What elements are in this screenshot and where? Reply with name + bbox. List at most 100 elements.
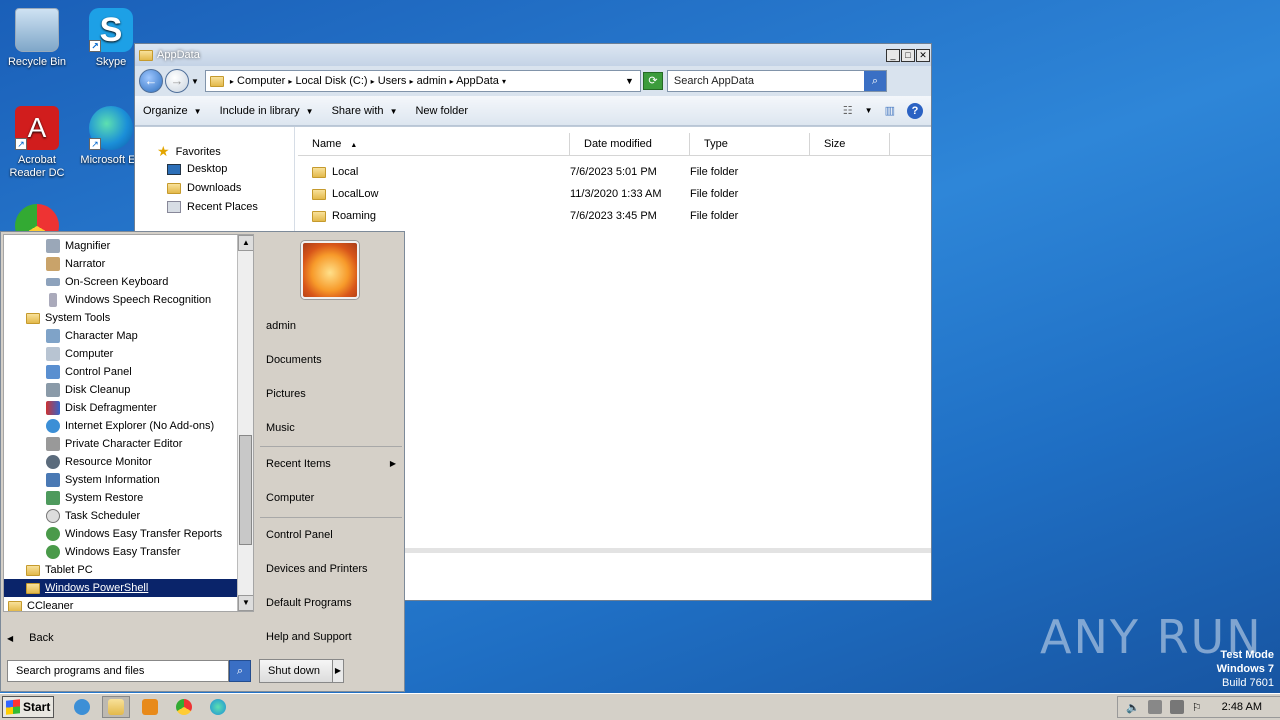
- search-icon[interactable]: ⌕: [863, 71, 886, 91]
- program-item[interactable]: Narrator: [46, 255, 105, 273]
- breadcrumb-item[interactable]: AppData: [456, 75, 499, 87]
- new-folder-button[interactable]: New folder: [415, 105, 468, 117]
- program-item[interactable]: Windows Easy Transfer: [46, 543, 181, 561]
- program-item[interactable]: On-Screen Keyboard: [46, 273, 168, 291]
- back-button[interactable]: ◀ Back: [7, 632, 54, 644]
- start-item-help-support[interactable]: Help and Support: [266, 627, 402, 647]
- start-item-devices-printers[interactable]: Devices and Printers: [266, 559, 402, 579]
- desktop-icon-recycle-bin[interactable]: Recycle Bin: [0, 8, 74, 69]
- maximize-button[interactable]: □: [901, 48, 915, 62]
- breadcrumb-item[interactable]: Users: [378, 75, 407, 87]
- search-input[interactable]: Search AppData: [674, 75, 864, 87]
- start-item-control-panel[interactable]: Control Panel: [266, 525, 402, 545]
- start-button[interactable]: Start: [2, 696, 54, 718]
- program-item[interactable]: Disk Cleanup: [46, 381, 130, 399]
- taskbar-explorer[interactable]: [102, 696, 130, 718]
- search-icon[interactable]: ⌕: [229, 660, 251, 682]
- program-item[interactable]: Control Panel: [46, 363, 132, 381]
- shortcut-arrow-icon: ↗: [89, 138, 101, 150]
- start-search-input[interactable]: Search programs and files: [7, 660, 229, 682]
- microphone-icon: [49, 293, 57, 307]
- program-item[interactable]: Internet Explorer (No Add-ons): [46, 417, 214, 435]
- program-folder-windows-powershell[interactable]: Windows PowerShell: [4, 579, 238, 597]
- program-item[interactable]: Character Map: [46, 327, 138, 345]
- resource-monitor-icon: [46, 455, 60, 469]
- file-row[interactable]: LocalLow 11/3/2020 1:33 AM File folder: [298, 185, 810, 203]
- start-item-music[interactable]: Music: [266, 418, 402, 438]
- start-item-pictures[interactable]: Pictures: [266, 384, 402, 404]
- back-button[interactable]: ←: [139, 69, 163, 93]
- breadcrumb-item[interactable]: admin: [417, 75, 447, 87]
- file-row[interactable]: Roaming 7/6/2023 3:45 PM File folder: [298, 207, 810, 225]
- star-icon: ★: [157, 143, 170, 159]
- column-date-modified[interactable]: Date modified: [570, 133, 690, 156]
- forward-button[interactable]: →: [165, 69, 189, 93]
- program-item[interactable]: System Information: [46, 471, 160, 489]
- program-item[interactable]: System Restore: [46, 489, 143, 507]
- nav-item-recent-places[interactable]: Recent Places: [167, 201, 258, 213]
- breadcrumb-item[interactable]: Local Disk (C:): [295, 75, 367, 87]
- taskbar-edge[interactable]: [204, 696, 232, 718]
- view-options-icon[interactable]: ☷: [843, 104, 853, 117]
- scroll-down-arrow-icon[interactable]: ▼: [238, 595, 253, 611]
- program-folder-system-tools[interactable]: System Tools: [26, 309, 110, 327]
- program-folder-tablet-pc[interactable]: Tablet PC: [26, 561, 93, 579]
- start-item-documents[interactable]: Documents: [266, 350, 402, 370]
- program-item[interactable]: Disk Defragmenter: [46, 399, 157, 417]
- share-with-button[interactable]: Share with ▼: [332, 105, 398, 117]
- program-item[interactable]: Task Scheduler: [46, 507, 140, 525]
- program-item[interactable]: Windows Easy Transfer Reports: [46, 525, 222, 543]
- nav-item-desktop[interactable]: Desktop: [167, 163, 227, 175]
- start-item-computer[interactable]: Computer: [266, 488, 402, 508]
- taskbar-internet-explorer[interactable]: [68, 696, 96, 718]
- system-tray: 🔈 ⚐ 2:48 AM: [1117, 696, 1280, 718]
- taskbar-chrome[interactable]: [170, 696, 198, 718]
- explorer-titlebar[interactable]: AppData _ □ ✕: [135, 44, 931, 66]
- search-box[interactable]: Search AppData ⌕: [666, 70, 887, 92]
- view-dropdown-icon[interactable]: ▼: [865, 106, 873, 115]
- volume-icon[interactable]: 🔈: [1126, 701, 1140, 714]
- program-folder-ccleaner[interactable]: CCleaner: [8, 597, 73, 611]
- flag-icon[interactable]: ⚐: [1192, 701, 1202, 714]
- minimize-button[interactable]: _: [886, 48, 900, 62]
- refresh-button[interactable]: ⟳: [642, 72, 663, 90]
- include-in-library-button[interactable]: Include in library ▼: [220, 105, 314, 117]
- program-item[interactable]: Windows Speech Recognition: [46, 291, 211, 309]
- test-mode-label: Test Mode Windows 7 Build 7601: [1216, 649, 1274, 689]
- help-icon[interactable]: ?: [907, 102, 923, 119]
- address-dropdown-icon[interactable]: ▼: [625, 76, 634, 86]
- organize-button[interactable]: Organize ▼: [143, 105, 202, 117]
- desktop-icon-acrobat[interactable]: A ↗ Acrobat Reader DC: [0, 106, 74, 180]
- clock[interactable]: 2:48 AM: [1222, 701, 1262, 713]
- file-row[interactable]: Local 7/6/2023 5:01 PM File folder: [298, 163, 810, 181]
- programs-scrollbar[interactable]: ▲ ▼: [237, 235, 253, 611]
- recent-pages-dropdown-icon[interactable]: ▼: [191, 77, 199, 86]
- column-name[interactable]: Name ▲: [298, 133, 570, 156]
- taskbar-media-player[interactable]: [136, 696, 164, 718]
- scroll-up-arrow-icon[interactable]: ▲: [238, 235, 253, 251]
- program-item[interactable]: Magnifier: [46, 237, 110, 255]
- start-item-user[interactable]: admin: [266, 316, 402, 336]
- program-item[interactable]: Computer: [46, 345, 113, 363]
- address-bar[interactable]: ▸ Computer ▸ Local Disk (C:) ▸ Users ▸ a…: [204, 70, 641, 92]
- internet-explorer-icon: [46, 419, 60, 433]
- folder-icon: [209, 75, 224, 87]
- program-item[interactable]: Private Character Editor: [46, 435, 182, 453]
- shutdown-button[interactable]: Shut down: [259, 659, 333, 683]
- nav-favorites[interactable]: ★ Favorites: [157, 143, 221, 160]
- action-center-icon[interactable]: [1169, 700, 1184, 714]
- shutdown-options-arrow-icon[interactable]: ▶: [332, 659, 344, 683]
- breadcrumb-item[interactable]: Computer: [237, 75, 285, 87]
- nav-item-downloads[interactable]: Downloads: [167, 182, 241, 194]
- column-size[interactable]: Size: [810, 133, 890, 156]
- start-item-recent-items[interactable]: Recent Items ▶: [266, 454, 402, 474]
- user-avatar[interactable]: [301, 241, 359, 299]
- program-item[interactable]: Resource Monitor: [46, 453, 152, 471]
- column-type[interactable]: Type: [690, 133, 810, 156]
- scroll-thumb[interactable]: [239, 435, 252, 545]
- recent-places-icon: [167, 201, 181, 213]
- start-item-default-programs[interactable]: Default Programs: [266, 593, 402, 613]
- close-button[interactable]: ✕: [916, 48, 930, 62]
- preview-pane-icon[interactable]: ▥: [885, 104, 895, 117]
- network-icon[interactable]: [1147, 700, 1162, 714]
